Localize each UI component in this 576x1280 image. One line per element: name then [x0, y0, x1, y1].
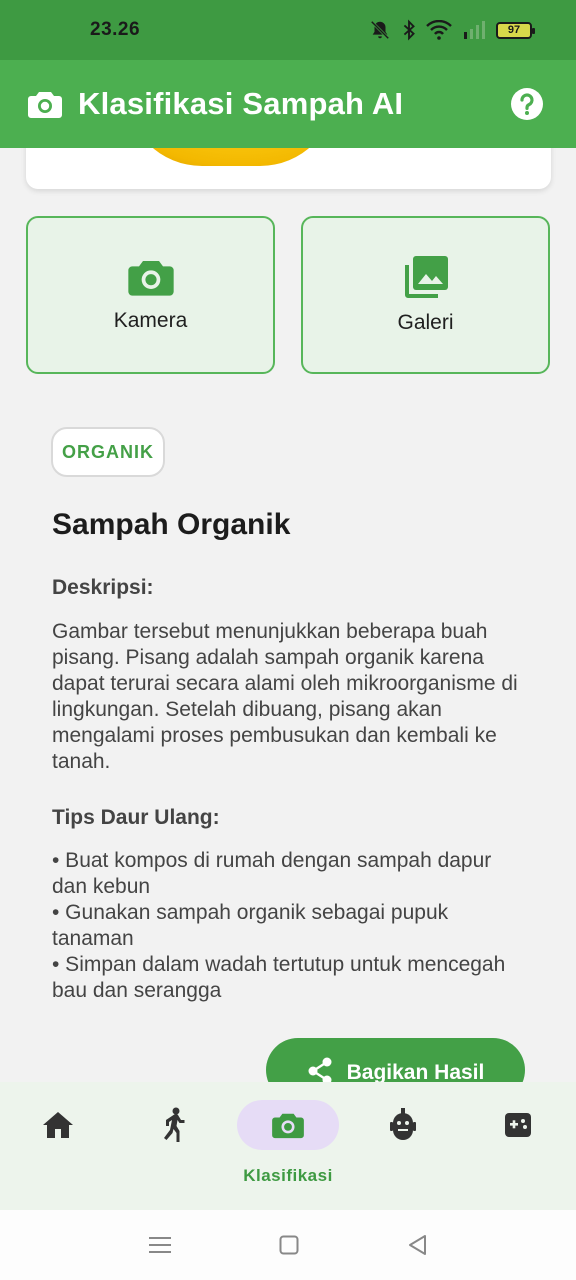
robot-icon [390, 1108, 417, 1140]
home-square-icon[interactable] [279, 1235, 299, 1255]
gallery-button-label: Galeri [397, 311, 454, 334]
battery-icon: 97 [496, 21, 535, 39]
gamepad-icon [505, 1113, 532, 1137]
nav-icon-wrap [122, 1100, 224, 1150]
category-badge: ORGANIK [51, 427, 165, 477]
bluetooth-icon [403, 19, 415, 41]
nav-item-robot[interactable] [346, 1082, 461, 1210]
gallery-button[interactable]: Galeri [301, 216, 550, 374]
silent-bell-icon [370, 20, 390, 40]
share-button[interactable]: Bagikan Hasil [266, 1038, 525, 1083]
share-icon [308, 1057, 332, 1083]
share-button-label: Bagikan Hasil [346, 1061, 485, 1083]
tips-list: • Buat kompos di rumah dengan sampah dap… [52, 848, 532, 1004]
nav-item-home[interactable] [0, 1082, 115, 1210]
nav-item-activity[interactable] [115, 1082, 230, 1210]
camera-icon [272, 1113, 304, 1139]
nav-icon-wrap [237, 1100, 339, 1150]
description-heading: Deskripsi: [52, 576, 154, 599]
nav-icon-wrap [467, 1100, 569, 1150]
system-nav-bar [0, 1210, 576, 1280]
status-icons: 97 [368, 19, 535, 41]
status-bar: 23.26 97 [0, 0, 576, 60]
wifi-icon [426, 20, 452, 40]
photo-library-icon [404, 256, 448, 298]
back-icon[interactable] [407, 1234, 427, 1256]
camera-button-label: Kamera [113, 309, 188, 332]
tip-item: • Simpan dalam wadah tertutup untuk menc… [52, 953, 506, 1002]
nav-icon-wrap [352, 1100, 454, 1150]
app-bar: Klasifikasi Sampah AI [0, 60, 576, 148]
signal-icon [464, 21, 485, 39]
camera-icon [127, 261, 174, 296]
tips-heading: Tips Daur Ulang: [52, 806, 220, 829]
nav-item-klasifikasi[interactable]: Klasifikasi [230, 1082, 345, 1210]
app-title: Klasifikasi Sampah AI [78, 86, 404, 121]
status-time: 23.26 [90, 19, 141, 40]
camera-button[interactable]: Kamera [26, 216, 275, 374]
walking-icon [163, 1107, 185, 1142]
menu-icon[interactable] [149, 1235, 171, 1255]
tip-item: • Gunakan sampah organik sebagai pupuk t… [52, 901, 449, 950]
share-button-container: Bagikan Hasil [266, 1038, 525, 1083]
home-icon [42, 1112, 73, 1138]
help-icon[interactable] [510, 87, 544, 121]
description-text: Gambar tersebut menunjukkan beberapa bua… [52, 620, 518, 773]
camera-icon [28, 92, 62, 118]
bottom-nav: Klasifikasi [0, 1082, 576, 1210]
nav-label-klasifikasi: Klasifikasi [243, 1166, 333, 1185]
nav-item-games[interactable] [461, 1082, 576, 1210]
nav-icon-wrap [7, 1100, 109, 1150]
result-title: Sampah Organik [52, 508, 291, 541]
tip-item: • Buat kompos di rumah dengan sampah dap… [52, 849, 492, 898]
